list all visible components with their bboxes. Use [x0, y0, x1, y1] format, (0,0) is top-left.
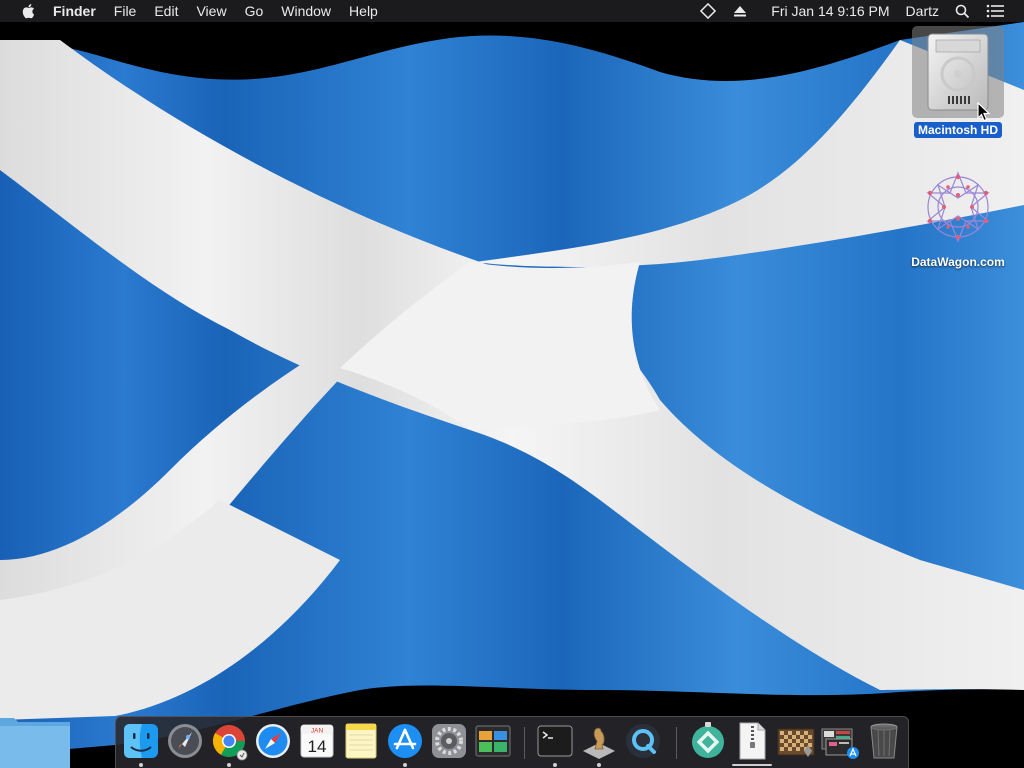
menu-file[interactable]: File: [105, 0, 146, 22]
notification-center-icon[interactable]: [978, 4, 1012, 18]
menu-app-finder[interactable]: Finder: [53, 0, 105, 22]
trash-icon: [870, 723, 898, 759]
desktop-icon-datawagon[interactable]: DataWagon.com: [908, 164, 1008, 270]
dock-item-photo-app[interactable]: [473, 721, 513, 761]
dock-item-safari[interactable]: [253, 721, 293, 761]
datawagon-logo-icon: [912, 164, 1004, 250]
dock-item-trash[interactable]: [864, 721, 904, 761]
eject-icon[interactable]: [725, 4, 755, 18]
spotlight-search-icon[interactable]: [947, 4, 978, 19]
running-indicator: [227, 763, 231, 767]
desktop-icon-macintosh-hd[interactable]: Macintosh HD: [908, 26, 1008, 138]
dock: JAN 14: [115, 716, 909, 768]
clock[interactable]: Fri Jan 14 9:16 PM: [755, 0, 897, 22]
menu-bar-left: Finder File Edit View Go Window Help: [0, 0, 387, 22]
calendar-day: 14: [308, 737, 327, 756]
dock-item-calendar[interactable]: JAN 14: [297, 721, 337, 761]
dock-item-app-store[interactable]: [385, 721, 425, 767]
user-name[interactable]: Dartz: [898, 0, 947, 22]
menu-bar: Finder File Edit View Go Window Help Fri…: [0, 0, 1024, 22]
running-indicator: [597, 763, 601, 767]
dock-item-quicktime[interactable]: [623, 721, 663, 761]
apple-icon[interactable]: [21, 3, 35, 19]
dock-item-screenshots[interactable]: [820, 721, 860, 761]
dock-separator: [524, 727, 525, 759]
menu-help[interactable]: Help: [340, 0, 387, 22]
dock-item-archive[interactable]: [732, 721, 772, 766]
chrome-icon: [212, 725, 248, 761]
desktop-icon-label: DataWagon.com: [911, 255, 1005, 269]
chess-icon: [583, 727, 615, 759]
quicktime-icon: [626, 724, 660, 758]
zip-file-icon: [739, 722, 766, 760]
desktop-icon-label: Macintosh HD: [913, 122, 1002, 138]
menu-view[interactable]: View: [187, 0, 235, 22]
notes-icon: [345, 723, 377, 759]
dock-item-chess[interactable]: [579, 721, 619, 767]
chess-board-stack-icon: [777, 728, 815, 757]
photo-app-icon: [475, 725, 511, 757]
safari-icon: [256, 724, 290, 758]
dock-item-notes[interactable]: [341, 721, 381, 761]
menu-window[interactable]: Window: [272, 0, 340, 22]
dock-item-chess-stack[interactable]: [776, 721, 816, 761]
running-indicator: [403, 763, 407, 767]
folder-icon[interactable]: [0, 714, 72, 768]
running-indicator: [732, 764, 772, 766]
dock-separator: [676, 727, 677, 759]
dock-item-finder[interactable]: [121, 721, 161, 767]
diamond-status-icon[interactable]: [691, 2, 725, 20]
screenshots-stack-icon: [821, 728, 859, 759]
mouse-cursor-icon: [977, 102, 991, 122]
desktop[interactable]: Finder File Edit View Go Window Help Fri…: [0, 0, 1024, 768]
dock-item-system-preferences[interactable]: [429, 721, 469, 761]
system-preferences-icon: [432, 724, 466, 758]
dock-item-terminal[interactable]: [535, 721, 575, 767]
running-indicator: [553, 763, 557, 767]
app-store-icon: [388, 724, 422, 758]
terminal-icon: [537, 725, 573, 757]
wallpaper-scottish-flag: [0, 22, 1024, 755]
dock-item-launchpad[interactable]: [165, 721, 205, 761]
running-indicator: [139, 763, 143, 767]
menu-edit[interactable]: Edit: [145, 0, 187, 22]
dock-item-chrome[interactable]: [209, 721, 249, 767]
menu-bar-status: Fri Jan 14 9:16 PM Dartz: [691, 0, 1024, 22]
calendar-icon: JAN 14: [300, 724, 334, 758]
downloads-stack-icon: [692, 722, 724, 758]
launchpad-icon: [168, 724, 202, 758]
dock-item-downloads[interactable]: [688, 721, 728, 761]
finder-icon: [124, 724, 158, 758]
menu-go[interactable]: Go: [236, 0, 273, 22]
calendar-month: JAN: [311, 728, 324, 735]
